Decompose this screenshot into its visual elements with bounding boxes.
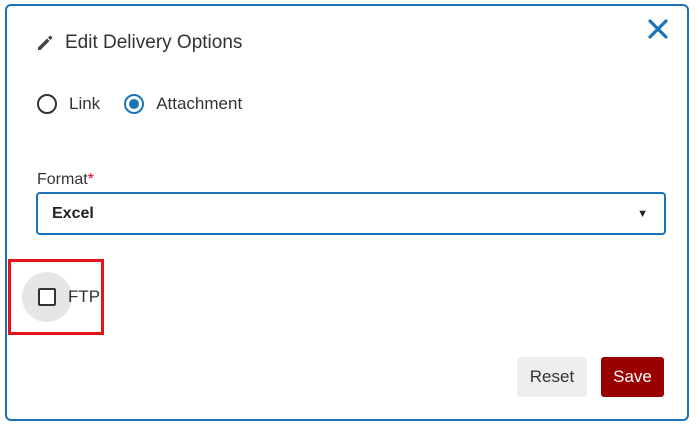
radio-link[interactable] — [37, 94, 57, 114]
radio-label-link: Link — [69, 94, 101, 113]
edit-delivery-options-dialog: Edit Delivery Options Link Attachment Fo… — [5, 4, 689, 421]
ftp-checkbox[interactable] — [38, 288, 56, 306]
dialog-header: Edit Delivery Options — [35, 32, 242, 54]
format-field-label: Format* — [37, 171, 94, 189]
delivery-method-radio-group: Link Attachment — [37, 94, 266, 114]
close-icon — [648, 19, 668, 39]
radio-option-link[interactable]: Link — [37, 94, 100, 114]
checkbox-focus-halo — [22, 272, 72, 322]
save-button[interactable]: Save — [601, 357, 664, 397]
reset-button[interactable]: Reset — [517, 357, 587, 397]
pencil-icon — [35, 33, 55, 53]
radio-option-attachment[interactable]: Attachment — [124, 94, 242, 114]
radio-label-attachment: Attachment — [156, 94, 243, 113]
radio-attachment[interactable] — [124, 94, 145, 114]
format-selected-value: Excel — [52, 204, 94, 222]
ftp-checkbox-option[interactable]: FTP — [22, 272, 100, 322]
ftp-label: FTP — [68, 287, 101, 306]
required-asterisk: * — [87, 171, 94, 188]
caret-down-icon: ▼ — [637, 207, 648, 220]
dialog-title: Edit Delivery Options — [65, 32, 243, 53]
format-label-text: Format — [37, 171, 88, 188]
close-button[interactable] — [645, 16, 671, 42]
format-select[interactable]: Excel ▼ — [36, 192, 666, 235]
